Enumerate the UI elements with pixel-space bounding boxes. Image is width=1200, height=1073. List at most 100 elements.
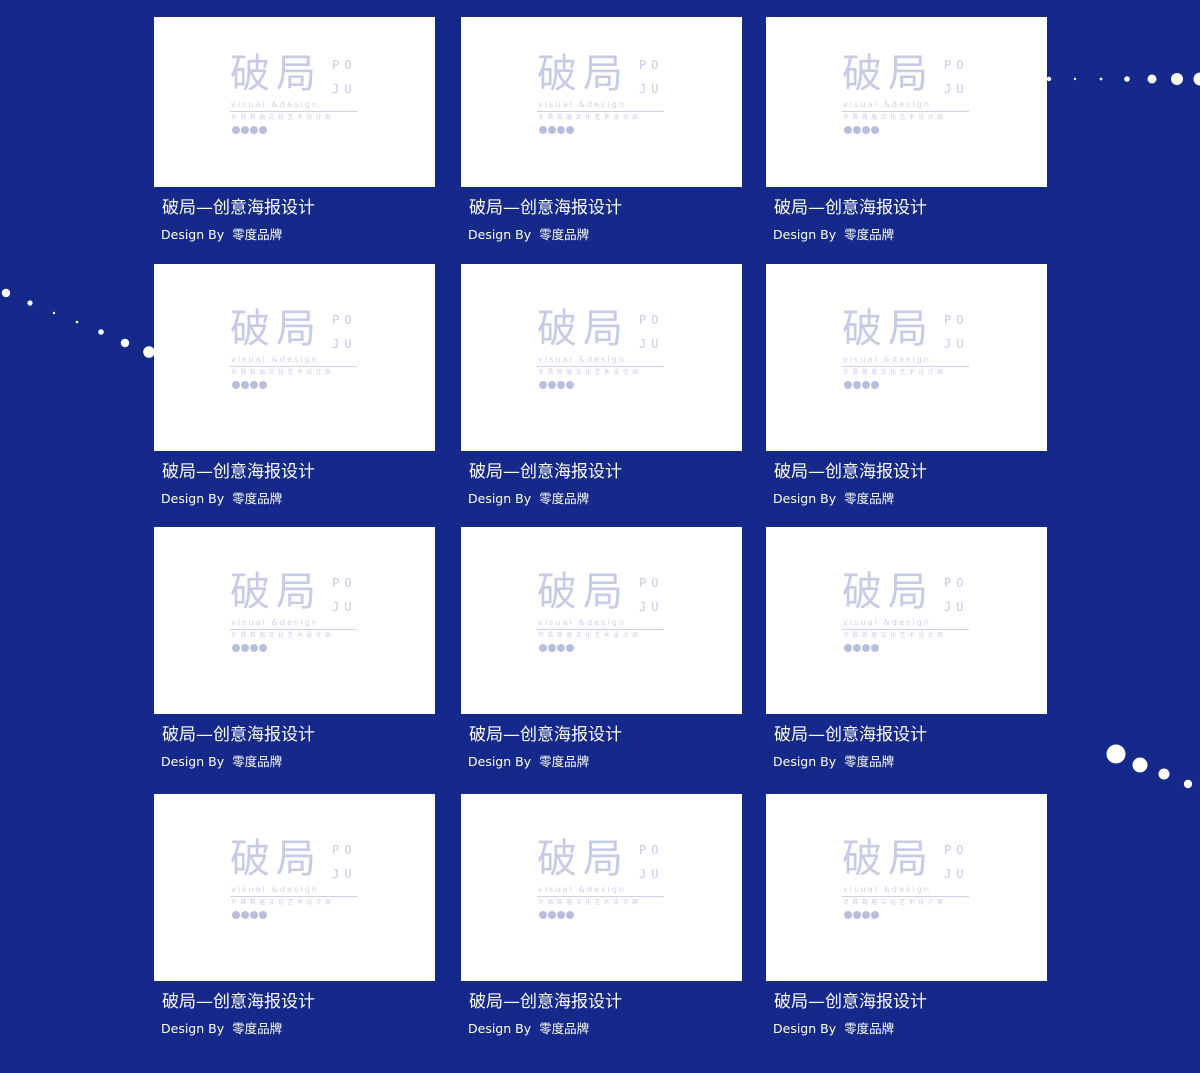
- poster-thumbnail[interactable]: 破局 PO JU visual &design 许昌首届文化艺术设计周: [154, 264, 435, 451]
- logo-mark-en: PO JU: [944, 576, 969, 614]
- poster-thumbnail[interactable]: 破局 PO JU visual &design 许昌首届文化艺术设计周: [154, 17, 435, 187]
- logo-dots: [539, 381, 574, 389]
- logo-tagline: 许昌首届文化艺术设计周: [231, 114, 335, 121]
- credit-label: Design By: [161, 1021, 225, 1036]
- poster-card[interactable]: 破局 PO JU visual &design 许昌首届文化艺术设计周 破局—创…: [461, 264, 742, 506]
- logo-divider: [842, 629, 969, 630]
- circle-dot-icon: [566, 381, 574, 389]
- poster-thumbnail[interactable]: 破局 PO JU visual &design 许昌首届文化艺术设计周: [461, 17, 742, 187]
- circle-dot-icon: [539, 911, 547, 919]
- poster-thumbnail[interactable]: 破局 PO JU visual &design 许昌首届文化艺术设计周: [766, 264, 1047, 451]
- poster-thumbnail[interactable]: 破局 PO JU visual &design 许昌首届文化艺术设计周: [766, 17, 1047, 187]
- logo-mark-cn: 破局: [230, 836, 322, 882]
- poster-title[interactable]: 破局—创意海报设计: [162, 462, 315, 482]
- poster-card[interactable]: 破局 PO JU visual &design 许昌首届文化艺术设计周 破局—创…: [461, 794, 742, 1036]
- poster-title[interactable]: 破局—创意海报设计: [469, 725, 622, 745]
- logo-tagline: 许昌首届文化艺术设计周: [538, 369, 642, 376]
- circle-dot-icon: [862, 381, 870, 389]
- circle-dot-icon: [548, 644, 556, 652]
- circle-dot-icon: [871, 644, 879, 652]
- poster-thumbnail[interactable]: 破局 PO JU visual &design 许昌首届文化艺术设计周: [154, 527, 435, 714]
- logo-divider: [842, 366, 969, 367]
- author-link[interactable]: 零度品牌: [539, 1021, 589, 1036]
- poster-credit: Design By 零度品牌: [773, 754, 894, 769]
- poster-thumbnail[interactable]: 破局 PO JU visual &design 许昌首届文化艺术设计周: [461, 264, 742, 451]
- poster-card[interactable]: 破局 PO JU visual &design 许昌首届文化艺术设计周 破局—创…: [461, 527, 742, 769]
- poster-title[interactable]: 破局—创意海报设计: [162, 992, 315, 1012]
- author-link[interactable]: 零度品牌: [539, 491, 589, 506]
- circle-dot-icon: [557, 911, 565, 919]
- logo-dots: [844, 911, 879, 919]
- logo-mark-en: PO JU: [944, 58, 969, 96]
- circle-dot-icon: [844, 126, 852, 134]
- poster-card[interactable]: 破局 PO JU visual &design 许昌首届文化艺术设计周 破局—创…: [154, 264, 435, 506]
- poster-title[interactable]: 破局—创意海报设计: [469, 198, 622, 218]
- logo-mark-cn: 破局: [842, 306, 934, 352]
- poster-card[interactable]: 破局 PO JU visual &design 许昌首届文化艺术设计周 破局—创…: [766, 527, 1047, 769]
- author-link[interactable]: 零度品牌: [232, 491, 282, 506]
- poster-card[interactable]: 破局 PO JU visual &design 许昌首届文化艺术设计周 破局—创…: [461, 17, 742, 242]
- poster-card[interactable]: 破局 PO JU visual &design 许昌首届文化艺术设计周 破局—创…: [154, 17, 435, 242]
- poster-thumbnail[interactable]: 破局 PO JU visual &design 许昌首届文化艺术设计周: [766, 527, 1047, 714]
- circle-dot-icon: [566, 911, 574, 919]
- logo-dots: [232, 644, 267, 652]
- circle-dot-icon: [250, 644, 258, 652]
- logo-tagline: 许昌首届文化艺术设计周: [843, 632, 947, 639]
- poster-thumbnail[interactable]: 破局 PO JU visual &design 许昌首届文化艺术设计周: [461, 794, 742, 981]
- circle-dot-icon: [862, 644, 870, 652]
- logo-tagline: 许昌首届文化艺术设计周: [231, 632, 335, 639]
- pojv-logo: 破局 PO JU visual &design 许昌首届文化艺术设计周: [537, 570, 667, 656]
- poster-title[interactable]: 破局—创意海报设计: [469, 992, 622, 1012]
- logo-subtitle: visual &design: [231, 100, 320, 109]
- logo-mark-cn: 破局: [842, 569, 934, 615]
- poster-title[interactable]: 破局—创意海报设计: [162, 198, 315, 218]
- poster-credit: Design By 零度品牌: [773, 491, 894, 506]
- poster-credit: Design By 零度品牌: [468, 491, 589, 506]
- poster-thumbnail[interactable]: 破局 PO JU visual &design 许昌首届文化艺术设计周: [461, 527, 742, 714]
- logo-subtitle: visual &design: [843, 100, 932, 109]
- circle-dot-icon: [241, 126, 249, 134]
- poster-card[interactable]: 破局 PO JU visual &design 许昌首届文化艺术设计周 破局—创…: [766, 17, 1047, 242]
- poster-title[interactable]: 破局—创意海报设计: [774, 992, 927, 1012]
- logo-dots: [844, 381, 879, 389]
- poster-credit: Design By 零度品牌: [161, 754, 282, 769]
- author-link[interactable]: 零度品牌: [844, 227, 894, 242]
- author-link[interactable]: 零度品牌: [232, 227, 282, 242]
- poster-title[interactable]: 破局—创意海报设计: [774, 198, 927, 218]
- logo-divider: [537, 366, 664, 367]
- author-link[interactable]: 零度品牌: [844, 754, 894, 769]
- author-link[interactable]: 零度品牌: [844, 1021, 894, 1036]
- logo-dots: [539, 126, 574, 134]
- logo-subtitle: visual &design: [231, 355, 320, 364]
- logo-tagline: 许昌首届文化艺术设计周: [231, 369, 335, 376]
- logo-dots: [232, 381, 267, 389]
- poster-thumbnail[interactable]: 破局 PO JU visual &design 许昌首届文化艺术设计周: [766, 794, 1047, 981]
- author-link[interactable]: 零度品牌: [844, 491, 894, 506]
- circle-dot-icon: [539, 381, 547, 389]
- pojv-logo: 破局 PO JU visual &design 许昌首届文化艺术设计周: [230, 570, 360, 656]
- author-link[interactable]: 零度品牌: [539, 227, 589, 242]
- poster-credit: Design By 零度品牌: [468, 227, 589, 242]
- circle-dot-icon: [853, 911, 861, 919]
- author-link[interactable]: 零度品牌: [539, 754, 589, 769]
- logo-dots: [232, 911, 267, 919]
- poster-card[interactable]: 破局 PO JU visual &design 许昌首届文化艺术设计周 破局—创…: [154, 794, 435, 1036]
- credit-label: Design By: [161, 227, 225, 242]
- circle-dot-icon: [259, 126, 267, 134]
- poster-card[interactable]: 破局 PO JU visual &design 许昌首届文化艺术设计周 破局—创…: [154, 527, 435, 769]
- poster-card[interactable]: 破局 PO JU visual &design 许昌首届文化艺术设计周 破局—创…: [766, 264, 1047, 506]
- poster-title[interactable]: 破局—创意海报设计: [469, 462, 622, 482]
- poster-thumbnail[interactable]: 破局 PO JU visual &design 许昌首届文化艺术设计周: [154, 794, 435, 981]
- logo-mark-en: PO JU: [639, 58, 664, 96]
- logo-tagline: 许昌首届文化艺术设计周: [538, 899, 642, 906]
- circle-dot-icon: [862, 126, 870, 134]
- author-link[interactable]: 零度品牌: [232, 754, 282, 769]
- logo-mark-cn: 破局: [537, 51, 629, 97]
- logo-subtitle: visual &design: [843, 618, 932, 627]
- poster-card[interactable]: 破局 PO JU visual &design 许昌首届文化艺术设计周 破局—创…: [766, 794, 1047, 1036]
- author-link[interactable]: 零度品牌: [232, 1021, 282, 1036]
- poster-title[interactable]: 破局—创意海报设计: [774, 725, 927, 745]
- poster-title[interactable]: 破局—创意海报设计: [162, 725, 315, 745]
- logo-divider: [230, 111, 357, 112]
- poster-title[interactable]: 破局—创意海报设计: [774, 462, 927, 482]
